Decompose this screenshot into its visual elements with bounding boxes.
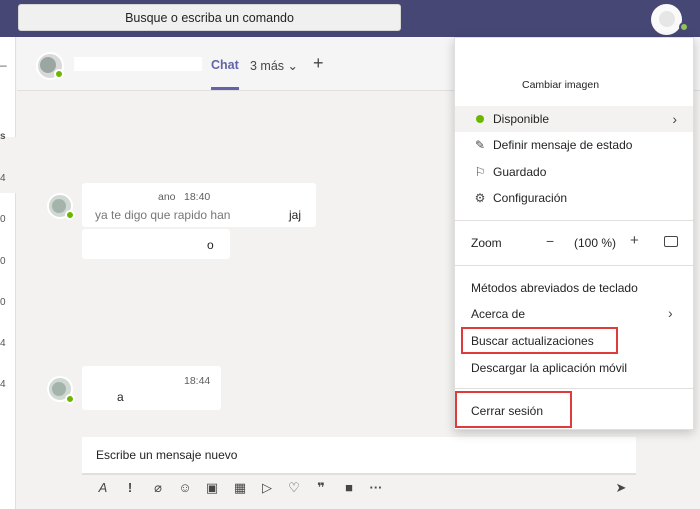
keyboard-shortcuts-item[interactable]: Métodos abreviados de teclado bbox=[471, 281, 638, 295]
profile-avatar-button[interactable] bbox=[651, 4, 682, 35]
emoji-icon[interactable]: ☺ bbox=[176, 480, 194, 495]
fit-screen-icon[interactable] bbox=[664, 236, 678, 247]
chevron-down-icon: ⌄ bbox=[287, 59, 299, 73]
set-status-message-item[interactable]: ✎ Definir mensaje de estado bbox=[455, 132, 693, 158]
zoom-in-plus-icon[interactable]: + bbox=[630, 232, 639, 249]
highlight-box bbox=[455, 391, 572, 428]
highlight-box bbox=[461, 327, 618, 354]
zoom-label: Zoom bbox=[471, 236, 502, 250]
more-options-icon[interactable]: ··· bbox=[367, 480, 385, 495]
zoom-out-minus-icon[interactable]: − bbox=[546, 233, 554, 249]
chevron-right-icon: › bbox=[672, 111, 677, 127]
rail-overflow-glyph: – bbox=[0, 58, 7, 72]
menu-divider bbox=[455, 265, 693, 266]
tab-chat-underline bbox=[211, 87, 239, 90]
bookmark-icon: ⚐ bbox=[474, 165, 486, 179]
profile-status-dot bbox=[679, 22, 689, 32]
composer-placeholder: Escribe un mensaje nuevo bbox=[96, 448, 238, 462]
message-sender: ano bbox=[158, 191, 176, 203]
search-box[interactable]: Busque o escriba un comando bbox=[18, 4, 401, 31]
rail-count-2: 4 bbox=[0, 173, 6, 184]
tab-more-label: 3 más bbox=[250, 59, 285, 73]
settings-item[interactable]: ⚙ Configuración bbox=[455, 185, 693, 211]
menu-divider bbox=[455, 388, 693, 389]
video-icon[interactable]: ■ bbox=[340, 480, 358, 495]
status-menu-item[interactable]: Disponible › bbox=[455, 106, 693, 132]
important-icon[interactable]: ! bbox=[121, 480, 139, 495]
message-text: ya te digo que rapido han bbox=[95, 208, 231, 222]
message-avatar-status bbox=[65, 210, 75, 220]
menu-avatar[interactable] bbox=[479, 61, 517, 99]
stream-icon[interactable]: ▷ bbox=[258, 480, 276, 496]
menu-user-name bbox=[522, 63, 602, 77]
saved-item[interactable]: ⚐ Guardado bbox=[455, 159, 693, 185]
message-time: 18:40 bbox=[184, 191, 211, 203]
message-bubble bbox=[82, 366, 221, 410]
quote-icon[interactable]: ❞ bbox=[312, 480, 330, 496]
tab-chat[interactable]: Chat bbox=[211, 58, 239, 72]
change-image-link[interactable]: Cambiar imagen bbox=[522, 79, 599, 91]
about-item[interactable]: Acerca de bbox=[471, 307, 525, 321]
sticker-icon[interactable]: ▣ bbox=[203, 480, 221, 496]
schedule-icon[interactable]: ▦ bbox=[231, 480, 249, 496]
rail-count-6: 4 bbox=[0, 338, 6, 349]
attach-icon[interactable]: ⌀ bbox=[149, 480, 167, 496]
saved-label: Guardado bbox=[493, 165, 547, 179]
rail-count-4: 0 bbox=[0, 256, 6, 267]
add-tab-plus-icon[interactable]: + bbox=[313, 53, 324, 74]
message-text-end: jaj bbox=[289, 208, 302, 222]
chevron-right-icon: › bbox=[668, 305, 673, 321]
menu-divider bbox=[455, 220, 693, 221]
chat-contact-name bbox=[74, 57, 202, 71]
status-label: Disponible bbox=[493, 112, 550, 126]
rail-count-1: s bbox=[0, 131, 6, 142]
gear-icon: ⚙ bbox=[474, 191, 486, 205]
chat-avatar-status bbox=[54, 69, 64, 79]
rail-count-7: 4 bbox=[0, 379, 6, 390]
rail-count-5: 0 bbox=[0, 297, 6, 308]
available-status-icon bbox=[473, 112, 487, 126]
tab-more[interactable]: 3 más ⌄ bbox=[250, 58, 298, 73]
message-avatar-status bbox=[65, 394, 75, 404]
format-icon[interactable]: A bbox=[94, 480, 112, 495]
set-status-message-label: Definir mensaje de estado bbox=[493, 138, 633, 152]
message-text: o bbox=[207, 238, 214, 252]
send-icon[interactable]: ➤ bbox=[612, 480, 630, 496]
pencil-icon: ✎ bbox=[474, 138, 486, 152]
message-composer[interactable]: Escribe un mensaje nuevo bbox=[82, 437, 636, 475]
search-placeholder: Busque o escriba un comando bbox=[125, 10, 294, 25]
left-rail bbox=[0, 37, 16, 509]
praise-icon[interactable]: ♡ bbox=[285, 480, 303, 496]
settings-label: Configuración bbox=[493, 191, 568, 205]
message-time: 18:44 bbox=[184, 375, 211, 387]
zoom-value: (100 %) bbox=[574, 236, 617, 250]
download-mobile-item[interactable]: Descargar la aplicación móvil bbox=[471, 361, 627, 375]
left-rail-selected bbox=[0, 137, 16, 193]
message-text: a bbox=[117, 390, 124, 404]
rail-count-3: 0 bbox=[0, 214, 6, 225]
